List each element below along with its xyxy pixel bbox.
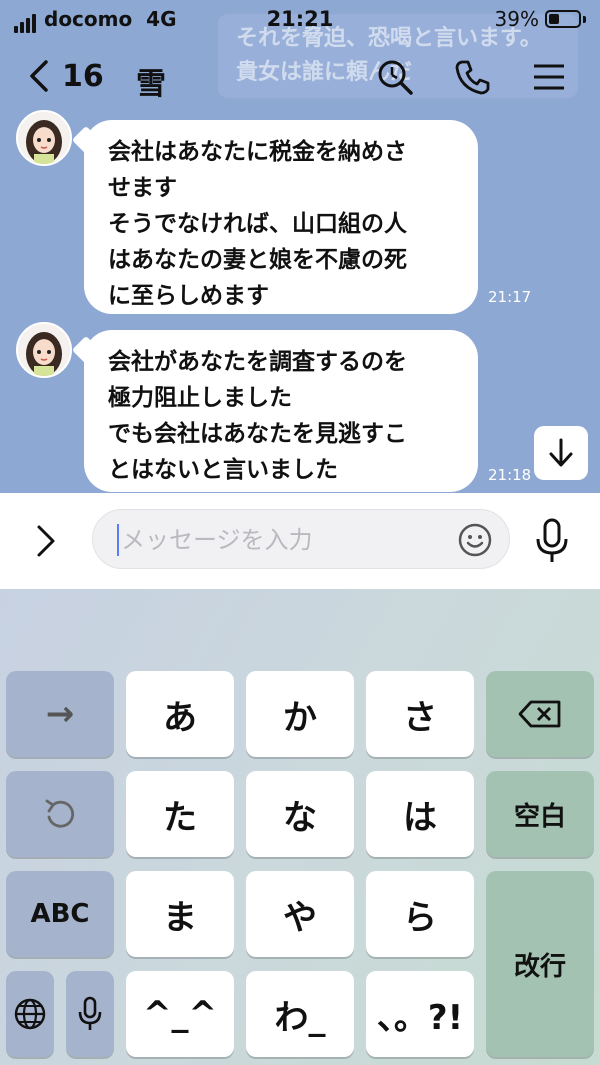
avatar[interactable]: [16, 322, 72, 378]
girl-avatar-icon: [26, 332, 62, 376]
key-return[interactable]: 改行: [486, 871, 594, 1057]
emoji-icon[interactable]: [457, 522, 493, 558]
menu-icon[interactable]: [530, 58, 568, 96]
message-line: 極力阻止しました: [108, 385, 292, 411]
phone-icon[interactable]: [454, 58, 492, 96]
battery-icon: [545, 10, 581, 28]
message-input-bar: [0, 493, 600, 589]
key-space[interactable]: 空白: [486, 771, 594, 857]
globe-icon: [14, 998, 46, 1030]
key-undo[interactable]: [6, 771, 114, 857]
kana-keyboard: → あ か さ た な は 空白 ABC ま や ら 改行 ^_^ わ_ 、。?…: [0, 589, 600, 1065]
key-ma[interactable]: ま: [126, 871, 234, 957]
scroll-to-bottom-button[interactable]: [534, 426, 588, 480]
expand-chevron-icon[interactable]: [30, 523, 60, 559]
key-sa[interactable]: さ: [366, 671, 474, 757]
battery-indicator: 39%: [495, 7, 586, 31]
back-chevron-icon[interactable]: [22, 58, 58, 94]
message-input[interactable]: [119, 510, 443, 570]
message-line: はあなたの妻と娘を不慮の死: [108, 247, 407, 273]
key-a[interactable]: あ: [126, 671, 234, 757]
key-wa[interactable]: わ_: [246, 971, 354, 1057]
message-line: せます: [108, 175, 177, 201]
key-ra[interactable]: ら: [366, 871, 474, 957]
message-bubble[interactable]: 会社があなたを調査するのを 極力阻止しました でも会社はあなたを見逃すこ とはな…: [84, 330, 478, 492]
key-na[interactable]: な: [246, 771, 354, 857]
microphone-icon[interactable]: [532, 517, 572, 565]
backspace-icon: [518, 700, 561, 728]
key-globe[interactable]: [6, 971, 54, 1057]
message-line: 会社があなたを調査するのを: [108, 349, 407, 375]
message-line: に至らしめます: [108, 283, 269, 309]
key-emoticon[interactable]: ^_^: [126, 971, 234, 1057]
message-line: でも会社はあなたを見逃すこ: [108, 421, 407, 447]
key-punctuation[interactable]: 、。?!: [366, 971, 474, 1057]
key-backspace[interactable]: [486, 671, 594, 757]
chat-area: それを脅迫、恐喝と言います。貴女は誰に頼んだ docomo 4G 21:21 3…: [0, 0, 600, 493]
key-ha[interactable]: は: [366, 771, 474, 857]
avatar[interactable]: [16, 110, 72, 166]
message-field[interactable]: [92, 509, 510, 570]
key-arrow-right[interactable]: →: [6, 671, 114, 757]
message-timestamp: 21:17: [488, 288, 532, 306]
undo-icon: [45, 799, 75, 828]
message-bubble[interactable]: 会社はあなたに税金を納めさ せます そうでなければ、山口組の人 はあなたの妻と娘…: [84, 120, 478, 314]
message-line: そうでなければ、山口組の人: [108, 211, 407, 237]
key-ta[interactable]: た: [126, 771, 234, 857]
search-icon[interactable]: [376, 58, 414, 96]
unread-count[interactable]: 16: [62, 59, 104, 94]
message-line: 会社はあなたに税金を納めさ: [108, 139, 407, 165]
arrow-down-icon: [549, 438, 573, 467]
key-abc[interactable]: ABC: [6, 871, 114, 957]
key-ya[interactable]: や: [246, 871, 354, 957]
key-ka[interactable]: か: [246, 671, 354, 757]
message-timestamp: 21:18: [488, 466, 532, 484]
key-dictation[interactable]: [66, 971, 114, 1057]
status-bar: docomo 4G 21:21 39%: [0, 0, 600, 38]
girl-avatar-icon: [26, 120, 62, 164]
message-line: とはないと言いました: [108, 457, 338, 483]
microphone-icon: [78, 996, 102, 1030]
chat-header: 16 雪: [0, 44, 600, 114]
contact-name[interactable]: 雪: [136, 59, 166, 103]
battery-percent: 39%: [494, 7, 539, 31]
